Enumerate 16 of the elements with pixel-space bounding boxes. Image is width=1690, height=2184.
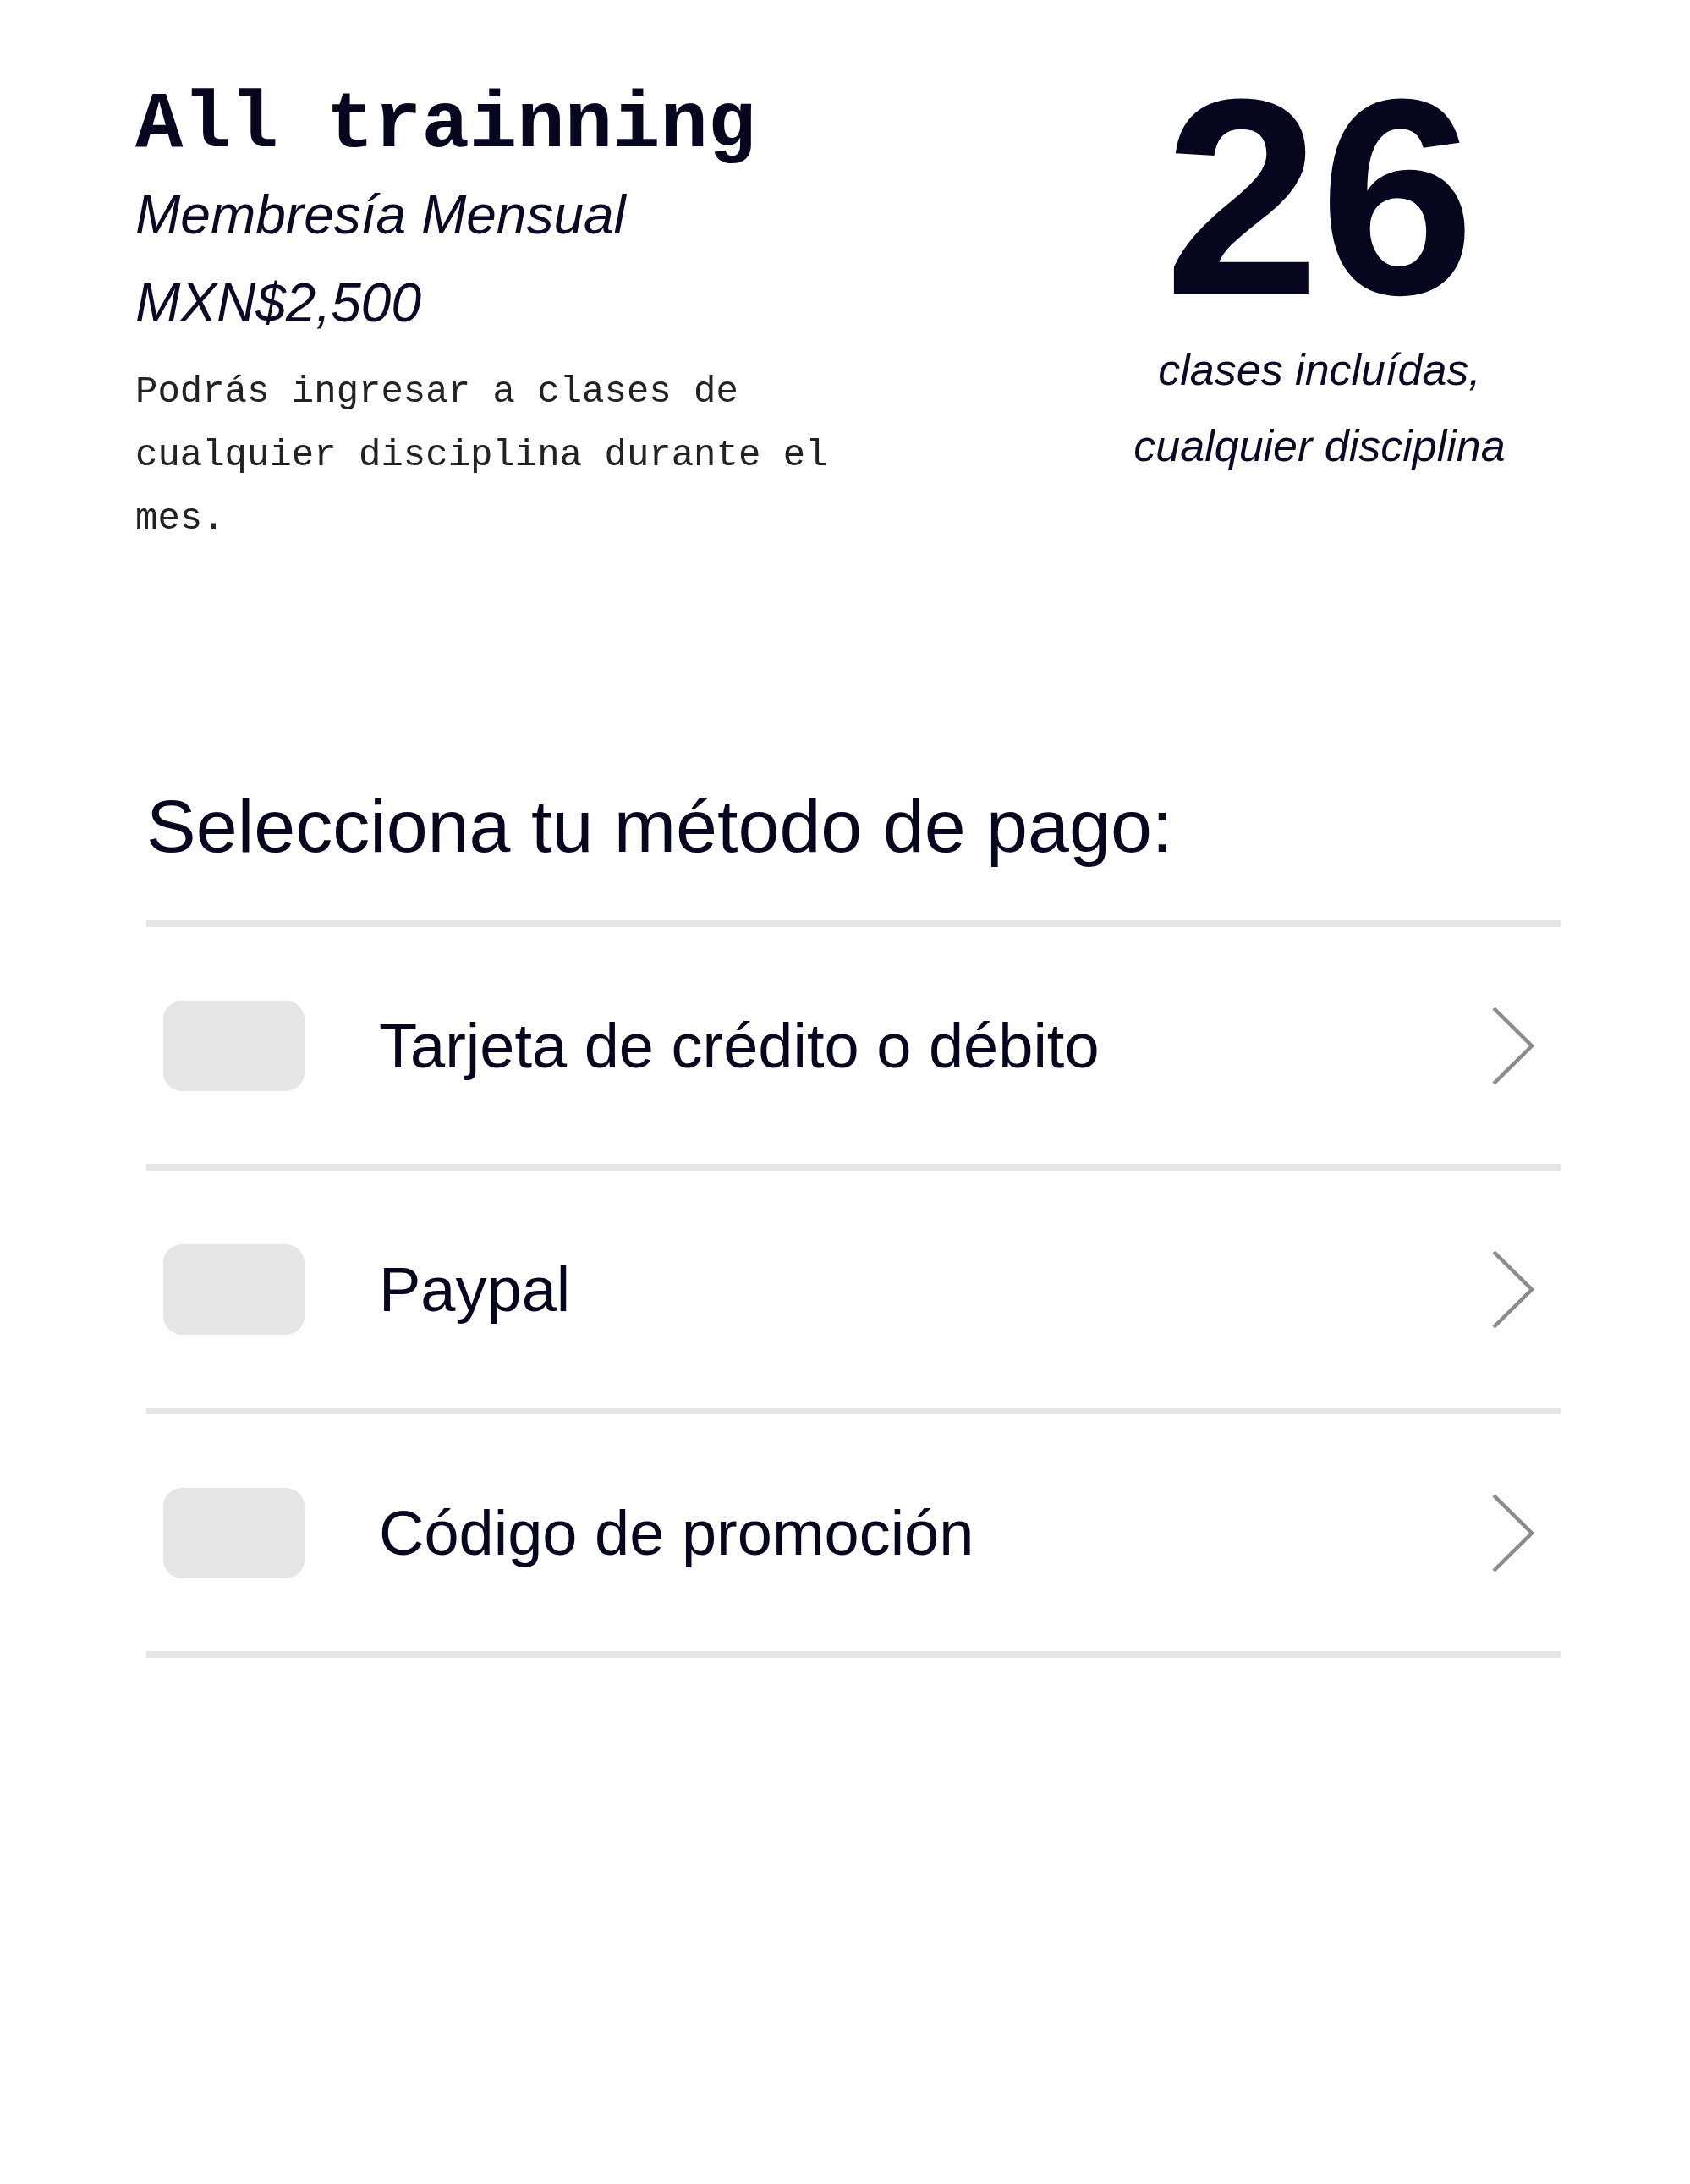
payment-option[interactable]: Paypal bbox=[146, 1171, 1561, 1414]
chevron-right-icon bbox=[1491, 1005, 1535, 1086]
placeholder-tile-icon bbox=[163, 1000, 305, 1091]
plan-title: All trainning bbox=[135, 80, 756, 171]
chevron-right-icon bbox=[1491, 1492, 1535, 1573]
placeholder-tile-icon bbox=[163, 1243, 305, 1335]
class-count-caption: clases incluídas, cualquier disciplina bbox=[1133, 344, 1506, 472]
payment-option[interactable]: Tarjeta de crédito o débito bbox=[146, 927, 1561, 1171]
chevron-right-icon bbox=[1491, 1248, 1535, 1330]
class-count: 26 bbox=[1164, 87, 1475, 307]
plan-price: MXN$2,500 bbox=[135, 272, 421, 335]
plan-description: Podrás ingresar a clases de cualquier disciplina durante el mes. bbox=[135, 370, 829, 541]
placeholder-tile-icon bbox=[163, 1487, 305, 1578]
plan-subtitle: Membresía Mensual bbox=[135, 184, 626, 247]
payment-option[interactable]: Código de promoción bbox=[146, 1414, 1561, 1658]
section-heading: Selecciona tu método de pago: bbox=[146, 784, 1174, 869]
